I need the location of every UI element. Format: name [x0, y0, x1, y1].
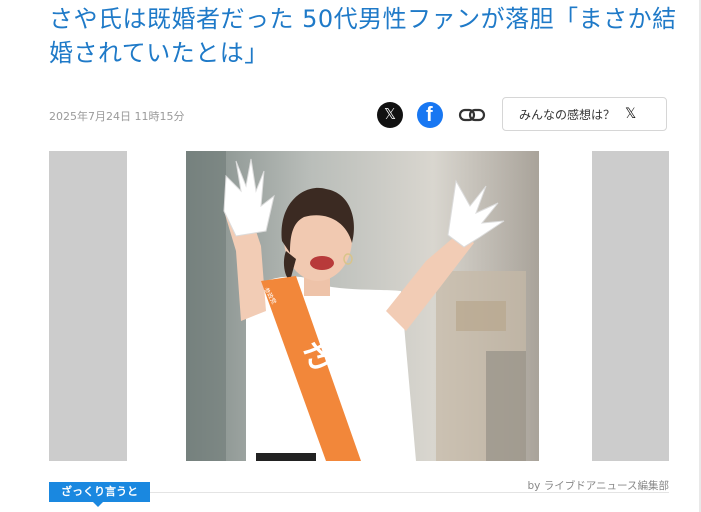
article-title: さや氏は既婚者だった 50代男性ファンが落胆「まさか結婚されていたとは」: [49, 5, 677, 67]
photo-credit: by ライブドアニュース編集部: [527, 480, 669, 492]
impressions-button[interactable]: みんなの感想は？ 𝕏: [502, 97, 667, 131]
x-logo-icon: 𝕏: [383, 105, 397, 123]
link-icon: [458, 108, 486, 122]
share-facebook-button[interactable]: f: [417, 102, 443, 128]
photo-placeholder-left: [49, 151, 127, 461]
facebook-icon: f: [426, 104, 433, 126]
share-x-button[interactable]: 𝕏: [377, 102, 403, 128]
x-logo-icon: 𝕏: [625, 106, 637, 122]
impressions-label: みんなの感想は？: [519, 107, 616, 122]
article-photo[interactable]: さや 東京選挙区候補 参政党: [186, 151, 539, 461]
copy-link-button[interactable]: [458, 102, 486, 128]
photo-placeholder-right: [592, 151, 669, 461]
article-date: 2025年7月24日 11時15分: [49, 110, 185, 123]
summary-tag: ざっくり言うと: [49, 482, 150, 507]
